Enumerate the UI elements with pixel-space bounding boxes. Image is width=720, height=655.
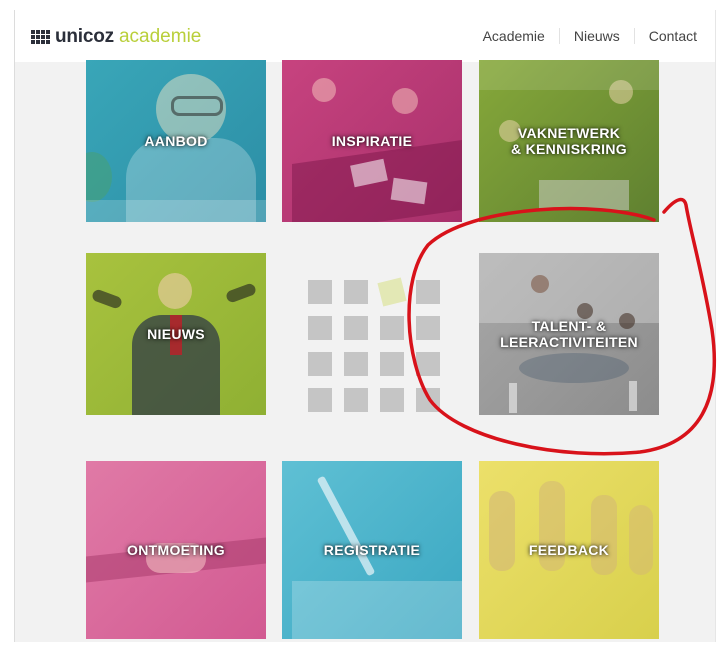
tile-vaknetwerk[interactable]: VAKNETWERK & KENNISKRING (479, 60, 659, 222)
tile-label-nieuws: NIEUWS (147, 326, 205, 342)
logo-suffix-text: academie (118, 26, 202, 47)
nav-academie[interactable]: Academie (469, 28, 559, 44)
nav-nieuws[interactable]: Nieuws (558, 28, 634, 44)
decorative-tile-mosaic (308, 277, 444, 416)
tile-registratie[interactable]: REGISTRATIE (282, 461, 462, 639)
tile-feedback[interactable]: FEEDBACK (479, 461, 659, 639)
tile-label-inspiratie: INSPIRATIE (331, 133, 413, 149)
logo-brand-text: unicoz (55, 26, 114, 47)
logo-grid-icon (31, 30, 50, 44)
logo[interactable]: unicoz academie (31, 26, 201, 48)
tile-nieuws[interactable]: NIEUWS (86, 253, 266, 415)
tile-label-feedback: FEEDBACK (528, 542, 610, 558)
tile-label-vaknetwerk: VAKNETWERK & KENNISKRING (511, 125, 627, 157)
tile-ontmoeting[interactable]: ONTMOETING (86, 461, 266, 639)
page: unicoz academie Academie Nieuws Contact … (14, 10, 716, 642)
tile-talent-leeractiviteiten[interactable]: TALENT- & LEERACTIVITEITEN (479, 253, 659, 415)
nav-contact[interactable]: Contact (633, 28, 697, 44)
tile-label-registratie: REGISTRATIE (323, 542, 421, 558)
tile-label-talent: TALENT- & LEERACTIVITEITEN (500, 318, 638, 350)
tile-inspiratie[interactable]: INSPIRATIE (282, 60, 462, 222)
tile-label-aanbod: AANBOD (144, 133, 208, 149)
header: unicoz academie Academie Nieuws Contact (15, 10, 715, 62)
main-nav: Academie Nieuws Contact (469, 28, 697, 44)
tile-aanbod[interactable]: AANBOD (86, 60, 266, 222)
tile-label-ontmoeting: ONTMOETING (127, 542, 225, 558)
